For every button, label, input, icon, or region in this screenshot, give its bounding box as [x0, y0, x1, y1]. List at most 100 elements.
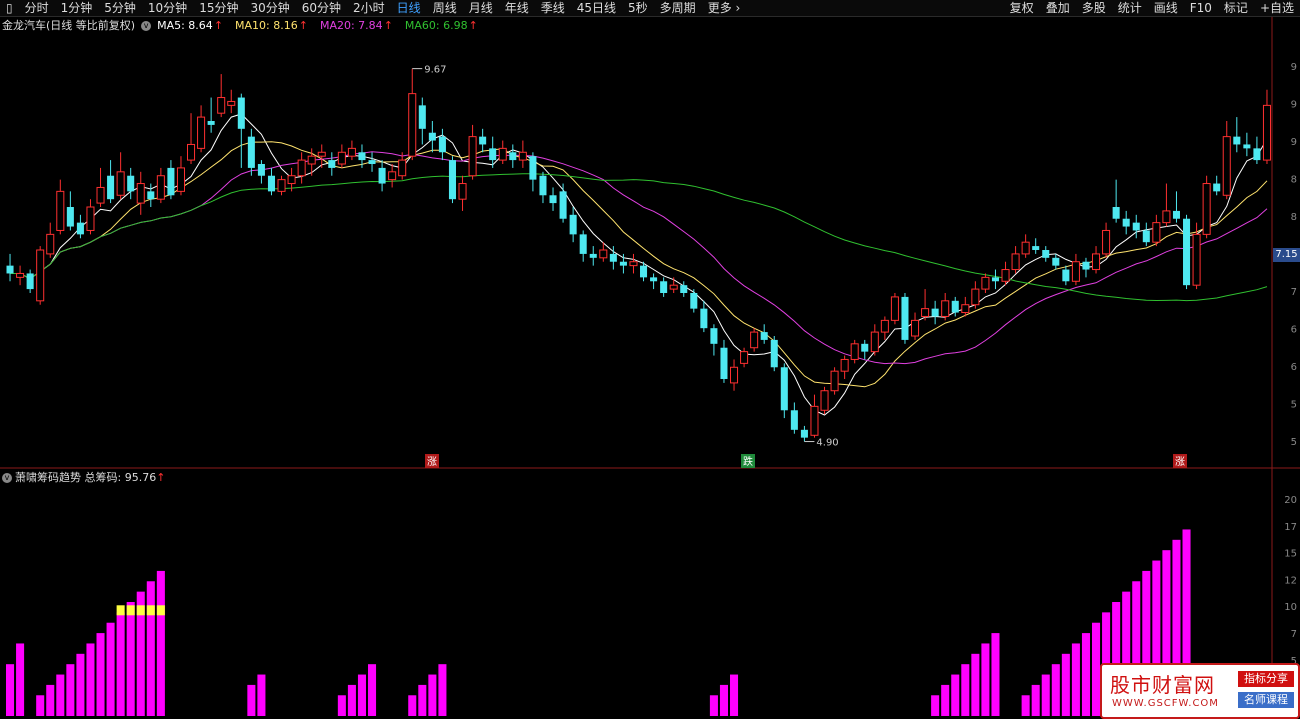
indicator-bar — [247, 684, 256, 716]
candle-body — [468, 136, 477, 177]
signal-mark: 跌 — [743, 455, 753, 468]
indicator-axis-label: 10 — [1284, 602, 1297, 613]
candle-body — [750, 331, 759, 349]
candle-body — [257, 164, 265, 176]
candle-body — [197, 116, 206, 149]
indicator-bar-highlight — [116, 605, 125, 616]
candle-body — [1183, 218, 1191, 286]
watermark-tag-course: 名师课程 — [1238, 692, 1294, 708]
indicator-bar — [106, 622, 115, 716]
candle-body — [660, 281, 668, 293]
candle-body — [599, 249, 608, 259]
indicator-bar — [961, 664, 970, 716]
indicator-bar — [730, 674, 739, 716]
kline-chart[interactable]: 999887766552017151210759.674.90涨跌涨 — [0, 0, 1300, 719]
candle-body — [800, 429, 808, 438]
indicator-bar — [1071, 643, 1080, 716]
candle-body — [640, 265, 648, 278]
candle-body — [337, 151, 346, 165]
indicator-bar — [257, 674, 266, 716]
indicator-axis-label: 17 — [1284, 522, 1297, 533]
candle-body — [247, 136, 255, 168]
indicator-axis-label: 12 — [1284, 575, 1297, 586]
candle-body — [549, 195, 557, 204]
candle-body — [207, 121, 215, 125]
candle-body — [1071, 261, 1080, 282]
indicator-bar — [438, 664, 447, 716]
candle-body — [971, 288, 980, 306]
indicator-bar — [6, 664, 15, 716]
low-price-label: 4.90 — [816, 438, 838, 449]
candle-body — [760, 332, 768, 340]
candle-body — [1152, 222, 1161, 243]
candle-body — [96, 186, 105, 204]
candle-body — [1162, 210, 1171, 224]
candle-body — [669, 284, 678, 290]
candle-body — [328, 160, 336, 168]
candle-body — [880, 319, 889, 333]
candle-body — [830, 370, 839, 392]
indicator-bar — [56, 674, 65, 716]
candle-body — [579, 234, 587, 254]
candle-body — [770, 339, 778, 368]
candle-body — [227, 100, 236, 106]
indicator-bar — [1051, 664, 1060, 716]
candle-body — [941, 300, 950, 317]
candle-body — [569, 214, 577, 235]
indicator-bar — [46, 684, 55, 716]
price-axis-label: 6 — [1291, 362, 1297, 373]
candle-body — [539, 175, 547, 196]
indicator-bar — [418, 684, 427, 716]
indicator-bar — [971, 653, 980, 716]
indicator-bar — [941, 684, 950, 716]
indicator-bar — [1021, 695, 1030, 716]
candle-body — [1082, 261, 1090, 270]
watermark-title: 股市财富网 — [1110, 673, 1215, 697]
indicator-axis-label: 20 — [1284, 495, 1297, 506]
candle-body — [780, 367, 788, 411]
candle-body — [217, 97, 226, 114]
candle-body — [529, 156, 537, 180]
indicator-bar — [1031, 684, 1040, 716]
candle-body — [1142, 230, 1150, 243]
candle-body — [890, 296, 899, 321]
candle-body — [347, 147, 356, 157]
indicator-bar-highlight — [156, 605, 165, 616]
candle-body — [730, 366, 739, 384]
indicator-bar-highlight — [146, 605, 155, 616]
indicator-bar — [76, 653, 85, 716]
indicator-bar — [1092, 622, 1101, 716]
candle-body — [56, 190, 65, 231]
candle-body — [127, 175, 135, 192]
candle-body — [810, 405, 819, 436]
candle-body — [991, 277, 999, 282]
candle-body — [237, 97, 245, 129]
candle-body — [36, 249, 45, 302]
indicator-bar — [368, 664, 377, 716]
candle-body — [720, 347, 728, 379]
candle-body — [26, 273, 34, 290]
price-axis-label: 7 — [1291, 287, 1297, 298]
candle-body — [609, 253, 617, 262]
price-axis-label: 9 — [1291, 62, 1297, 73]
indicator-axis-label: 15 — [1284, 549, 1297, 560]
indicator-bar — [408, 695, 417, 716]
candle-body — [307, 155, 316, 165]
indicator-bar — [146, 581, 155, 716]
candle-body — [790, 410, 798, 430]
candle-body — [438, 136, 446, 153]
candle-body — [187, 143, 196, 161]
candle-body — [498, 147, 507, 161]
candle-body — [1021, 241, 1030, 255]
candle-body — [1052, 257, 1060, 266]
candle-body — [398, 159, 407, 177]
indicator-bar-highlight — [126, 605, 135, 616]
candle-body — [619, 261, 627, 266]
candle-body — [921, 308, 930, 317]
candle-body — [870, 331, 879, 353]
candle-body — [1092, 253, 1101, 271]
indicator-bar — [116, 612, 125, 716]
indicator-bar — [337, 695, 346, 716]
candle-body — [559, 191, 567, 219]
candle-body — [1042, 250, 1050, 258]
